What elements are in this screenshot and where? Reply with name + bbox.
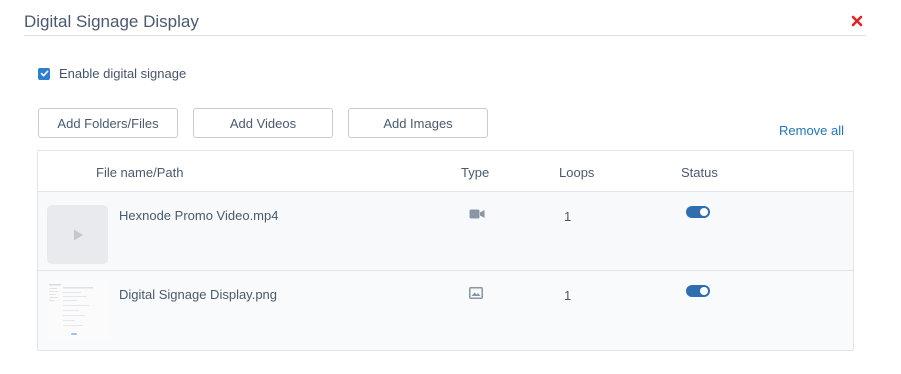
add-folders-files-button[interactable]: Add Folders/Files — [38, 108, 178, 138]
enable-signage-label: Enable digital signage — [59, 66, 187, 81]
table-row: Hexnode Promo Video.mp4 1 — [38, 192, 853, 271]
table-row: Digital Signage Display.png 1 — [38, 271, 853, 350]
image-thumbnail — [47, 281, 109, 339]
video-camera-icon — [469, 209, 485, 219]
column-header-loops: Loops — [559, 165, 595, 180]
add-videos-button[interactable]: Add Videos — [193, 108, 333, 138]
column-header-type: Type — [461, 165, 490, 180]
close-icon[interactable] — [850, 14, 864, 28]
status-toggle[interactable] — [686, 206, 710, 218]
files-table: File name/Path Type Loops Status Hexnode… — [37, 150, 854, 351]
enable-signage-checkbox[interactable] — [38, 67, 50, 80]
play-icon — [73, 229, 83, 240]
file-name: Hexnode Promo Video.mp4 — [119, 208, 279, 223]
checkmark-icon — [40, 70, 48, 77]
dialog-header: Digital Signage Display — [24, 0, 866, 36]
page-title: Digital Signage Display — [24, 12, 199, 31]
screenshot-preview-icon — [47, 281, 109, 339]
file-name: Digital Signage Display.png — [119, 287, 278, 302]
image-icon — [469, 287, 483, 299]
video-thumbnail — [47, 205, 108, 264]
enable-signage-row[interactable]: Enable digital signage — [38, 66, 186, 81]
loops-value: 1 — [564, 288, 572, 303]
status-toggle[interactable] — [686, 285, 710, 297]
table-header: File name/Path Type Loops Status — [38, 151, 853, 192]
column-header-filename: File name/Path — [96, 165, 184, 180]
loops-value: 1 — [564, 209, 572, 224]
add-images-button[interactable]: Add Images — [348, 108, 488, 138]
column-header-status: Status — [681, 165, 718, 180]
remove-all-link[interactable]: Remove all — [779, 123, 844, 138]
